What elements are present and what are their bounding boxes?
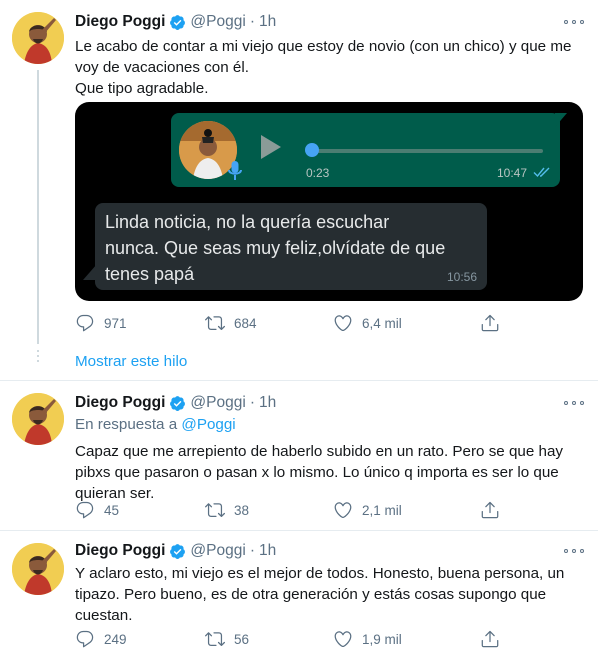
avatar[interactable] — [12, 543, 64, 595]
microphone-icon — [228, 161, 242, 180]
verified-badge-icon — [170, 543, 186, 559]
author-handle[interactable]: @Poggi — [190, 394, 245, 412]
reply-message-text: Linda noticia, no la quería escuchar nun… — [105, 212, 446, 284]
retweet-count: 56 — [234, 631, 250, 647]
tweet-media[interactable]: 0:23 10:47 Linda noticia, no la quería e… — [75, 102, 583, 301]
author-handle[interactable]: @Poggi — [190, 13, 245, 31]
timestamp[interactable]: 1h — [259, 394, 276, 412]
separator-dot: · — [249, 542, 255, 559]
like-button[interactable]: 1,9 mil — [333, 628, 402, 650]
author-name[interactable]: Diego Poggi — [75, 542, 165, 560]
avatar[interactable] — [12, 12, 64, 64]
reply-icon — [76, 501, 94, 519]
author-name[interactable]: Diego Poggi — [75, 13, 165, 31]
divider — [0, 380, 598, 381]
reply-count: 971 — [104, 315, 127, 331]
tweet-header: Diego Poggi @Poggi · 1h — [75, 12, 276, 32]
tweet-text: Le acabo de contar a mi viejo que estoy … — [75, 38, 572, 97]
retweet-button[interactable]: 684 — [205, 312, 257, 334]
author-name[interactable]: Diego Poggi — [75, 394, 165, 412]
timestamp[interactable]: 1h — [259, 542, 276, 560]
separator-dot: · — [249, 13, 255, 30]
retweet-count: 684 — [234, 315, 257, 331]
avatar-image — [12, 12, 64, 64]
like-button[interactable]: 2,1 mil — [333, 499, 402, 521]
like-count: 1,9 mil — [362, 631, 402, 647]
like-count: 2,1 mil — [362, 502, 402, 518]
thread-dots — [37, 350, 39, 365]
voice-bubble-tail — [555, 113, 567, 127]
tweet-header: Diego Poggi @Poggi · 1h — [75, 393, 276, 413]
reply-button[interactable]: 249 — [75, 628, 127, 650]
avatar-image — [12, 393, 64, 445]
reply-message-time: 10:56 — [446, 270, 477, 284]
verified-badge-icon — [170, 395, 186, 411]
author-handle[interactable]: @Poggi — [190, 542, 245, 560]
share-button[interactable] — [480, 628, 509, 650]
voice-progress-knob[interactable] — [305, 143, 319, 157]
voice-message-bubble[interactable]: 0:23 10:47 — [171, 113, 560, 187]
more-options-icon[interactable] — [564, 14, 584, 30]
share-icon — [481, 630, 499, 648]
heart-icon — [334, 502, 352, 519]
reply-button[interactable]: 45 — [75, 499, 119, 521]
retweet-button[interactable]: 38 — [205, 499, 249, 521]
reply-count: 45 — [104, 502, 120, 518]
separator-dot: · — [249, 394, 255, 411]
retweet-icon — [205, 632, 225, 647]
play-icon[interactable] — [261, 135, 281, 159]
voice-sent-time: 10:47 — [497, 166, 528, 180]
retweet-icon — [205, 503, 225, 518]
reply-icon — [76, 630, 94, 648]
timestamp[interactable]: 1h — [259, 13, 276, 31]
show-thread-link[interactable]: Mostrar este hilo — [75, 353, 187, 370]
retweet-count: 38 — [234, 502, 250, 518]
voice-progress-track[interactable] — [313, 149, 543, 153]
more-options-icon[interactable] — [564, 543, 584, 559]
double-check-icon — [533, 167, 550, 178]
share-icon — [481, 314, 499, 332]
avatar-image — [12, 543, 64, 595]
reply-mention-link[interactable]: @Poggi — [181, 416, 235, 433]
tweet-actions: 971 684 6,4 mil — [75, 312, 505, 334]
tweet-actions: 45 38 2,1 mil — [75, 499, 505, 521]
divider — [0, 530, 598, 531]
share-button[interactable] — [480, 312, 509, 334]
like-count: 6,4 mil — [362, 315, 402, 331]
thread-line — [37, 70, 39, 344]
voice-duration: 0:23 — [306, 166, 330, 180]
reply-button[interactable]: 971 — [75, 312, 127, 334]
tweet-text: Y aclaro esto, mi viejo es el mejor de t… — [75, 565, 565, 624]
heart-icon — [334, 315, 352, 332]
share-button[interactable] — [480, 499, 509, 521]
reply-prefix: En respuesta a — [75, 416, 178, 433]
reply-count: 249 — [104, 631, 127, 647]
share-icon — [481, 501, 499, 519]
verified-badge-icon — [170, 14, 186, 30]
tweet-header: Diego Poggi @Poggi · 1h — [75, 541, 276, 561]
reply-message-bubble: Linda noticia, no la quería escuchar nun… — [95, 203, 487, 290]
tweet-actions: 249 56 1,9 mil — [75, 628, 505, 650]
avatar[interactable] — [12, 393, 64, 445]
reply-context: En respuesta a @Poggi — [75, 416, 236, 433]
heart-icon — [334, 631, 352, 648]
reply-icon — [76, 314, 94, 332]
tweet-text: Capaz que me arrepiento de haberlo subid… — [75, 443, 564, 502]
retweet-button[interactable]: 56 — [205, 628, 249, 650]
like-button[interactable]: 6,4 mil — [333, 312, 402, 334]
retweet-icon — [205, 316, 225, 331]
more-options-icon[interactable] — [564, 395, 584, 411]
